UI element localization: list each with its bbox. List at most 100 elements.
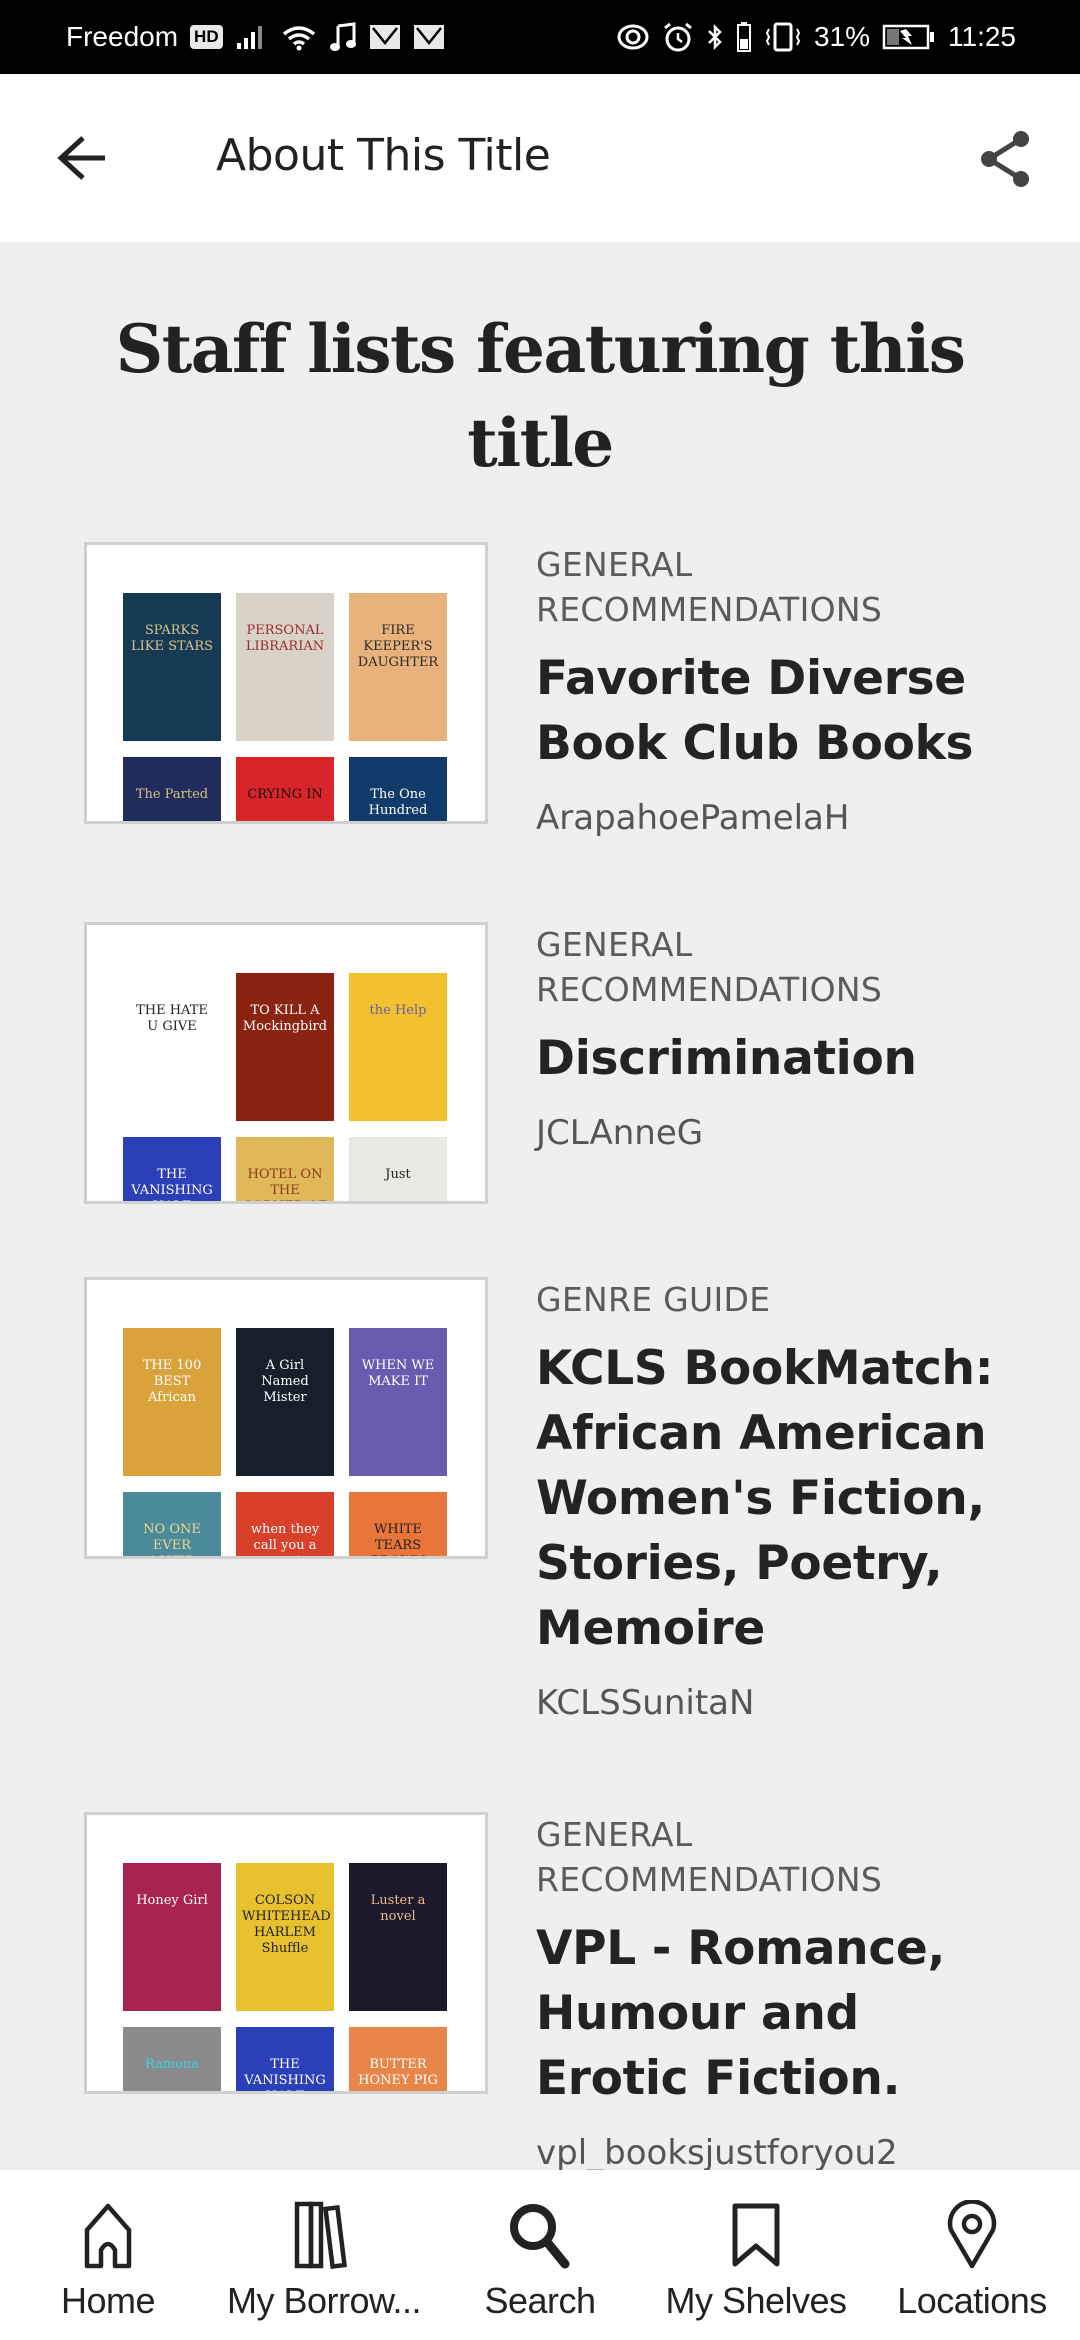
book-cover: when they call you a terrorist — [236, 1492, 334, 1556]
list-category: GENERAL RECOMMENDATIONS — [536, 1815, 883, 1899]
nav-search[interactable]: Search — [432, 2170, 648, 2340]
list-meta: GENERAL RECOMMENDATIONS VPL - Romance, Hu… — [536, 1812, 1036, 2170]
status-left: Freedom HD — [66, 21, 445, 53]
content-scroll-area[interactable]: Staff lists featuring this title SPARKS … — [0, 242, 1080, 2170]
status-right: 31% 11:25 — [616, 21, 1016, 53]
book-cover: WHITE TEARS BROWN SCARS — [349, 1492, 447, 1556]
vibrate-icon — [764, 22, 802, 52]
nav-label: My Shelves — [665, 2280, 847, 2321]
nav-label: My Borrow... — [226, 2280, 422, 2321]
page-title: About This Title — [216, 130, 551, 181]
book-cover-title: THE HATE U GIVE — [136, 1003, 208, 1034]
book-cover: COLSON WHITEHEAD HARLEM Shuffle — [236, 1863, 334, 2011]
book-cover-title: COLSON WHITEHEAD HARLEM Shuffle — [242, 1893, 331, 1956]
book-cover: Honey Girl — [123, 1863, 221, 2011]
book-cover: THE HATE U GIVE — [123, 973, 221, 1121]
eye-icon — [616, 22, 650, 52]
book-cover: THE VANISHING HALF — [123, 1137, 221, 1201]
book-cover: Luster a novel — [349, 1863, 447, 2011]
book-cover-title: WHEN WE MAKE IT — [361, 1358, 435, 1389]
book-cover-title: BUTTER HONEY PIG — [358, 2057, 438, 2088]
nav-locations[interactable]: Locations — [864, 2170, 1080, 2340]
list-title[interactable]: VPL - Romance, Humour and Erotic Fiction… — [536, 1916, 996, 2111]
book-cover: Just — [349, 1137, 447, 1201]
book-cover: The One Hundred — [349, 757, 447, 821]
nav-my-shelves[interactable]: My Shelves — [648, 2170, 864, 2340]
book-cover: THE VANISHING HALF — [236, 2027, 334, 2091]
battery-percent: 31% — [813, 21, 870, 52]
battery-charging-icon — [882, 22, 936, 52]
book-cover-title: THE VANISHING HALF — [244, 2057, 326, 2091]
book-cover-title: WHITE TEARS BROWN SCARS — [371, 1522, 426, 1556]
book-cover-title: CRYING IN — [247, 787, 323, 802]
list-cover-collage[interactable]: THE 100 BEST African A Girl Named Mister W… — [84, 1277, 488, 1559]
music-note-icon — [329, 22, 357, 52]
books-icon — [294, 2201, 347, 2270]
arrow-left-icon — [57, 136, 105, 180]
signal-icon — [235, 22, 269, 52]
book-cover-title: TO KILL A Mockingbird — [242, 1003, 328, 1034]
app-header: About This Title — [0, 74, 1080, 242]
list-meta: GENRE GUIDE KCLS BookMatch: African Ameri… — [536, 1277, 1036, 1725]
nav-home[interactable]: Home — [0, 2170, 216, 2340]
book-cover-title: THE VANISHING HALF — [131, 1167, 213, 1201]
book-cover-title: NO ONE EVER ASKED — [143, 1522, 201, 1556]
book-cover-title: A Girl Named Mister — [261, 1358, 309, 1405]
section-title: Staff lists featuring this title — [115, 310, 966, 482]
list-meta: GENERAL RECOMMENDATIONS Discrimination JCL… — [536, 922, 1036, 1155]
book-cover: CRYING IN — [236, 757, 334, 821]
bookmark-icon — [732, 2203, 780, 2267]
mail-icon — [369, 22, 401, 52]
book-cover-title: The One Hundred — [368, 787, 428, 818]
list-cover-collage[interactable]: THE HATE U GIVE TO KILL A Mockingbird the … — [84, 922, 488, 1204]
list-meta: GENERAL RECOMMENDATIONS Favorite Diverse … — [536, 542, 1036, 840]
book-cover-title: PERSONAL LIBRARIAN — [245, 623, 325, 654]
back-button[interactable] — [50, 126, 116, 190]
list-title[interactable]: Discrimination — [536, 1026, 996, 1091]
book-cover-title: Honey Girl — [136, 1893, 208, 1908]
book-cover: A Girl Named Mister — [236, 1328, 334, 1476]
share-button[interactable] — [970, 124, 1040, 194]
list-cover-collage[interactable]: SPARKS LIKE STARS PERSONAL LIBRARIAN FIRE … — [84, 542, 488, 824]
book-cover-title: Luster a novel — [370, 1893, 426, 1924]
book-cover: FIRE KEEPER'S DAUGHTER — [349, 593, 447, 741]
clock-time: 11:25 — [948, 21, 1016, 52]
nav-label: Search — [484, 2280, 596, 2321]
list-title[interactable]: Favorite Diverse Book Club Books — [536, 646, 996, 776]
carrier-name: Freedom — [66, 21, 179, 52]
book-cover-title: when they call you a terrorist — [250, 1522, 320, 1556]
book-cover: WHEN WE MAKE IT — [349, 1328, 447, 1476]
nav-my-borrowing[interactable]: My Borrow... — [216, 2170, 432, 2340]
nav-label: Home — [60, 2280, 156, 2321]
list-cover-collage[interactable]: Honey Girl COLSON WHITEHEAD HARLEM Shuffl… — [84, 1812, 488, 2094]
list-category: GENRE GUIDE — [536, 1280, 771, 1319]
list-category: GENERAL RECOMMENDATIONS — [536, 545, 883, 629]
book-cover-title: HOTEL ON THE CORNER OF BITTER AND SWEET — [243, 1167, 328, 1201]
list-author[interactable]: JCLAnneG — [536, 1111, 1036, 1155]
book-cover-title: The Parted — [135, 787, 209, 802]
book-cover: SPARKS LIKE STARS — [123, 593, 221, 741]
book-cover: Ramona — [123, 2027, 221, 2091]
share-icon — [981, 131, 1029, 187]
status-bar: Freedom HD 31% 11:25 — [0, 0, 1080, 74]
book-cover: NO ONE EVER ASKED — [123, 1492, 221, 1556]
book-cover-title: FIRE KEEPER'S DAUGHTER — [357, 623, 439, 670]
bottom-navigation: Home My Borrow... Search My Shelves Loca… — [0, 2170, 1080, 2340]
book-cover-title: Just — [385, 1167, 411, 1182]
list-author[interactable]: ArapahoePamelaH — [536, 796, 1036, 840]
list-author[interactable]: vpl_booksjustforyou2 — [536, 2131, 1036, 2170]
list-title[interactable]: KCLS BookMatch: African American Women's… — [536, 1336, 996, 1661]
wifi-icon — [281, 22, 317, 52]
book-cover: HOTEL ON THE CORNER OF BITTER AND SWEET — [236, 1137, 334, 1201]
mail-icon — [413, 22, 445, 52]
book-cover-title: the Help — [369, 1003, 427, 1018]
list-author[interactable]: KCLSSunitaN — [536, 1681, 1036, 1725]
book-cover: THE 100 BEST African — [123, 1328, 221, 1476]
nav-label: Locations — [897, 2280, 1047, 2321]
book-cover-title: Ramona — [144, 2057, 200, 2072]
battery-small-icon — [736, 22, 752, 52]
book-cover-title: SPARKS LIKE STARS — [130, 623, 214, 654]
book-cover-title: THE 100 BEST African — [142, 1358, 202, 1405]
location-pin-icon — [947, 2200, 997, 2269]
book-cover: BUTTER HONEY PIG — [349, 2027, 447, 2091]
